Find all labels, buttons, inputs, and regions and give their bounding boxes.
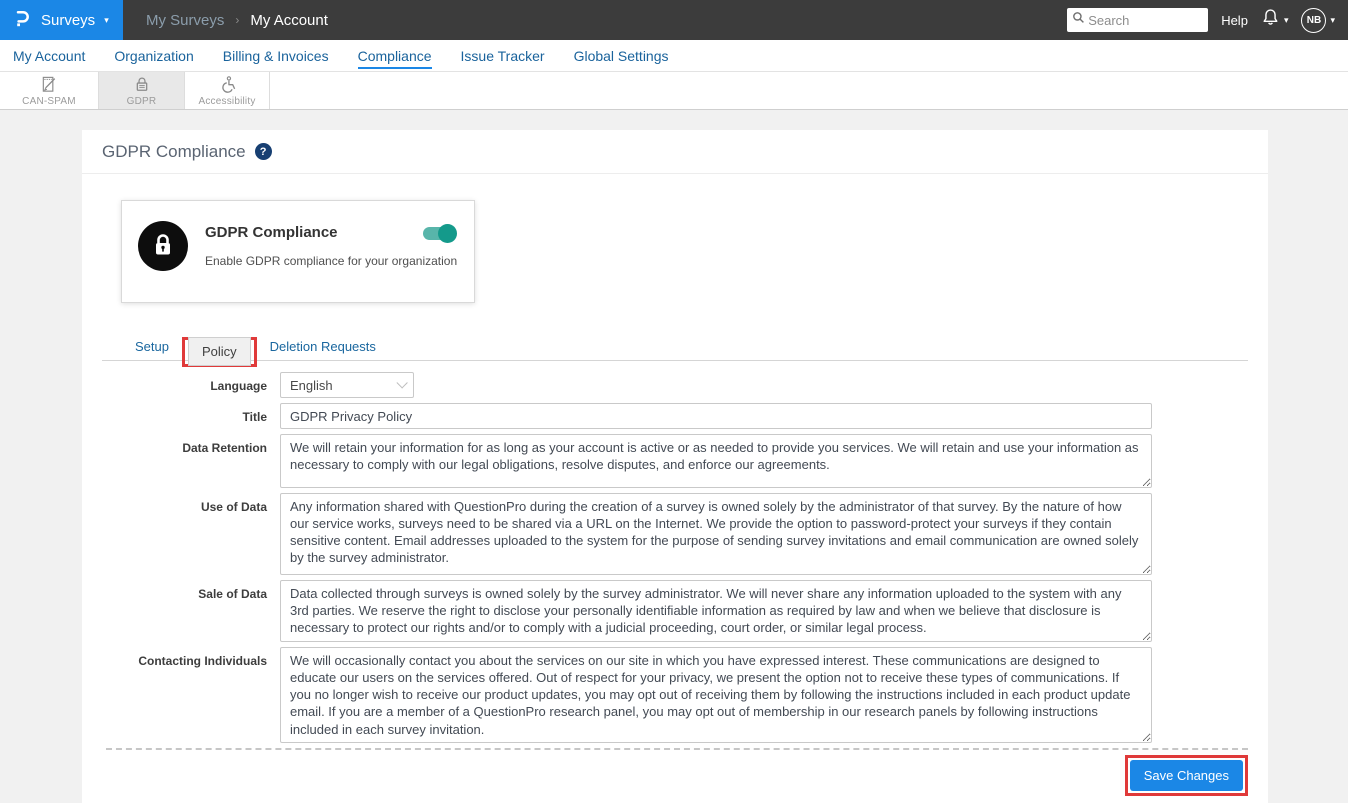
nav-tab-global-settings[interactable]: Global Settings [574,48,669,64]
avatar: NB [1301,8,1326,33]
sale-of-data-textarea[interactable]: Data collected through surveys is owned … [280,580,1152,642]
dashed-divider [106,748,1248,750]
product-name: Surveys [41,12,95,29]
form-row-contacting-individuals: Contacting Individuals We will occasiona… [82,647,1268,743]
help-link[interactable]: Help [1221,13,1248,28]
compliance-subtabs: CAN-SPAM GDPR Accessibility [0,72,1348,110]
language-label: Language [82,372,280,398]
form-row-title: Title [82,403,1268,429]
chevron-down-icon [396,377,407,388]
subtab-label: Accessibility [198,96,255,107]
canspam-document-pencil-icon [40,75,59,94]
help-circle-icon[interactable]: ? [255,143,272,160]
save-row: Save Changes [82,755,1248,796]
notifications-menu[interactable]: ▾ [1261,7,1289,33]
search-input[interactable] [1088,13,1203,28]
annotation-box-save: Save Changes [1125,755,1248,796]
subtab-accessibility[interactable]: Accessibility [185,72,270,109]
title-label: Title [82,403,280,429]
form-row-data-retention: Data Retention We will retain your infor… [82,434,1268,488]
use-of-data-textarea[interactable]: Any information shared with QuestionPro … [280,493,1152,575]
toggle-knob [438,224,457,243]
page-header: GDPR Compliance ? [82,130,1268,174]
questionpro-logo [13,8,32,33]
subtab-label: CAN-SPAM [22,96,76,107]
account-menu[interactable]: NB ▾ [1301,8,1335,33]
form-row-use-of-data: Use of Data Any information shared with … [82,493,1268,575]
search-icon [1072,11,1085,29]
language-select-value: English [290,378,333,393]
caret-down-icon: ▾ [104,16,109,25]
tab-setup[interactable]: Setup [126,333,178,360]
nav-tab-my-account[interactable]: My Account [13,48,85,64]
lock-badge-icon [138,221,188,271]
annotation-box-policy: Policy [182,337,257,367]
nav-tab-compliance[interactable]: Compliance [358,48,432,64]
feature-card-description: Enable GDPR compliance for your organiza… [205,254,457,268]
subtab-can-spam[interactable]: CAN-SPAM [0,72,99,109]
bell-icon [1261,7,1280,33]
policy-form: Language English Title Data Retention We… [82,372,1268,743]
use-of-data-label: Use of Data [82,493,280,575]
search-box [1067,8,1208,32]
save-changes-button[interactable]: Save Changes [1130,760,1243,791]
nav-tab-issue-tracker[interactable]: Issue Tracker [461,48,545,64]
breadcrumb: My Surveys › My Account [146,12,328,29]
feature-card-text: GDPR Compliance Enable GDPR compliance f… [205,221,457,282]
policy-tab-strip: Setup Policy Deletion Requests [102,333,1248,361]
language-select[interactable]: English [280,372,414,398]
top-bar: Surveys ▾ My Surveys › My Account Help ▾… [0,0,1348,40]
nav-tab-billing-invoices[interactable]: Billing & Invoices [223,48,329,64]
feature-card-title: GDPR Compliance [205,224,457,241]
gdpr-toggle[interactable] [423,227,454,240]
contacting-individuals-textarea[interactable]: We will occasionally contact you about t… [280,647,1152,743]
title-input[interactable] [280,403,1152,429]
form-row-sale-of-data: Sale of Data Data collected through surv… [82,580,1268,642]
product-switcher[interactable]: Surveys ▾ [0,0,123,40]
contacting-individuals-label: Contacting Individuals [82,647,280,743]
caret-down-icon: ▾ [1330,16,1335,25]
breadcrumb-current: My Account [250,12,328,29]
subtab-gdpr[interactable]: GDPR [99,72,185,109]
tab-deletion-requests[interactable]: Deletion Requests [261,333,385,360]
tab-policy[interactable]: Policy [188,337,251,366]
data-retention-label: Data Retention [82,434,280,488]
form-row-language: Language English [82,372,1268,398]
caret-down-icon: ▾ [1284,16,1289,25]
topbar-right: Help ▾ NB ▾ [1067,7,1348,33]
sale-of-data-label: Sale of Data [82,580,280,642]
subtab-label: GDPR [127,96,157,107]
account-nav: My Account Organization Billing & Invoic… [0,40,1348,72]
breadcrumb-parent[interactable]: My Surveys [146,12,224,29]
data-retention-textarea[interactable]: We will retain your information for as l… [280,434,1152,488]
page-title: GDPR Compliance [102,142,246,162]
accessibility-icon [218,75,237,94]
main-panel: GDPR Compliance ? GDPR Compliance Enable… [82,130,1268,803]
nav-tab-organization[interactable]: Organization [114,48,193,64]
lock-icon [133,75,151,94]
gdpr-feature-card: GDPR Compliance Enable GDPR compliance f… [121,200,475,303]
breadcrumb-separator-icon: › [235,13,239,27]
